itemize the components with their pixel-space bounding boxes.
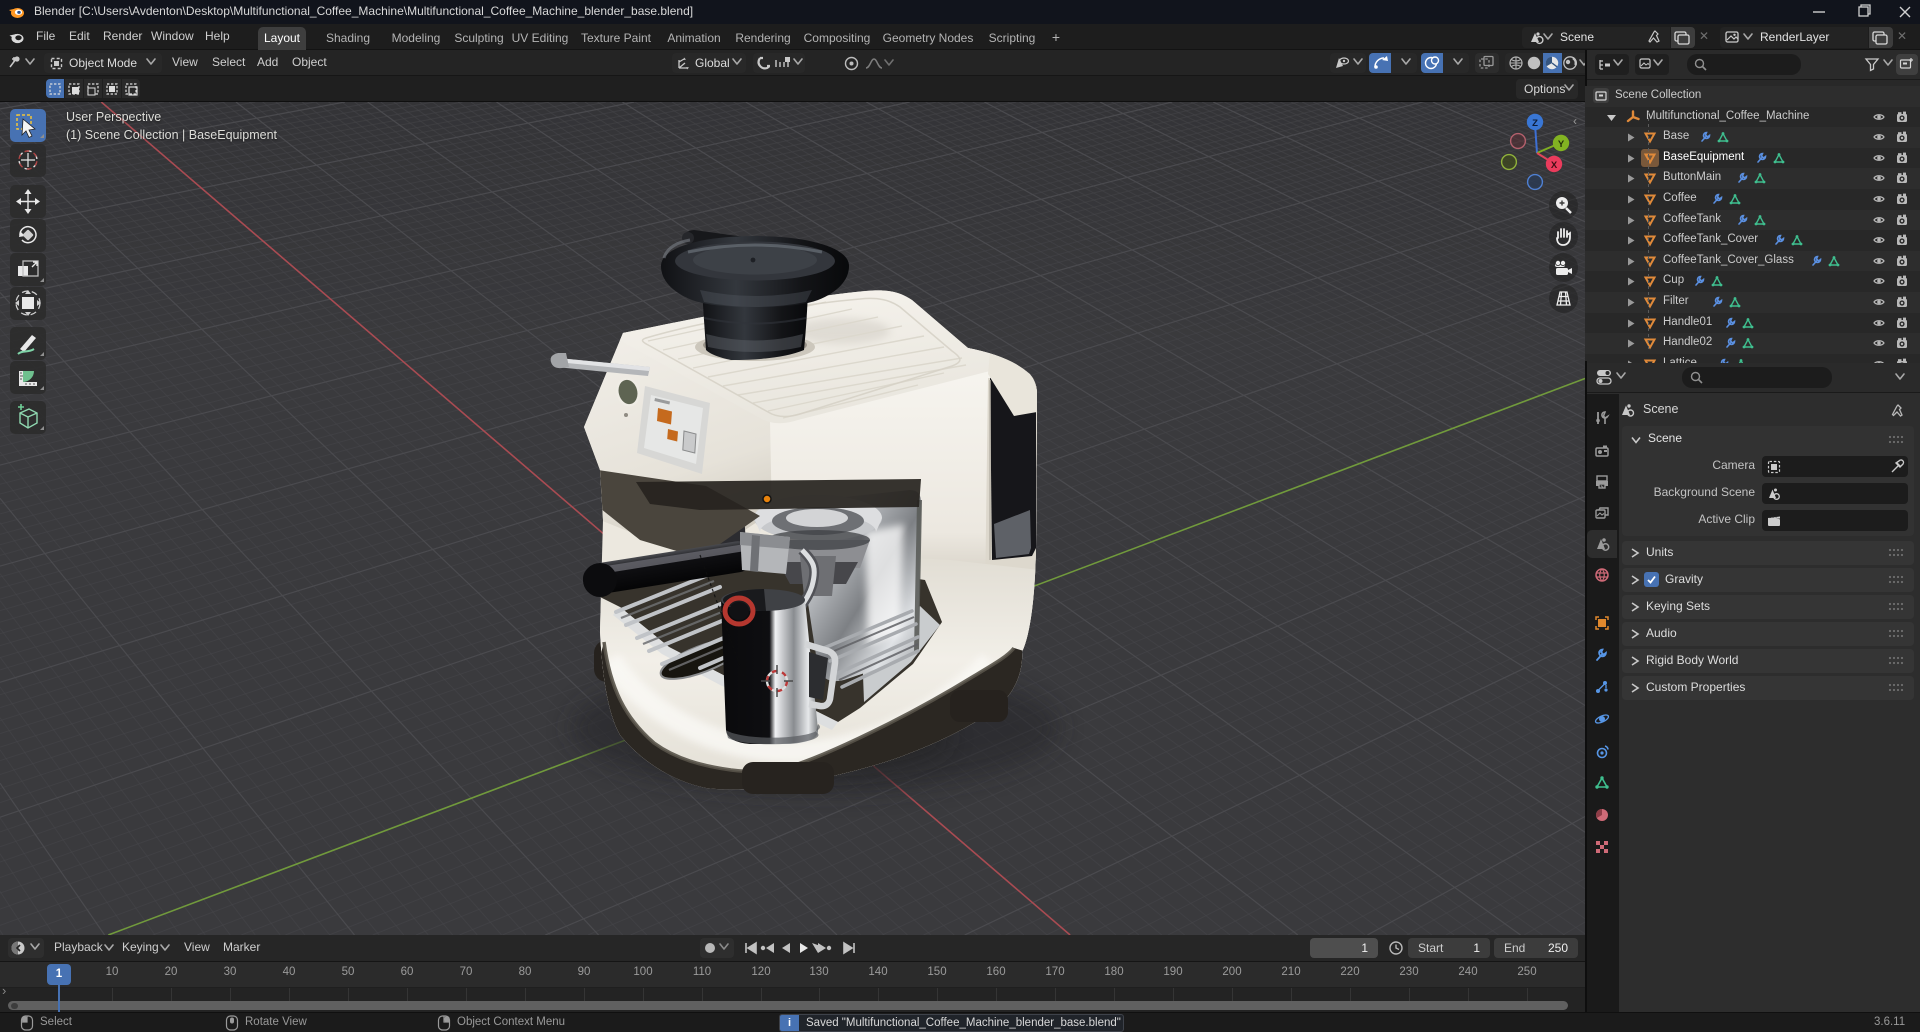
svg-text:X: X bbox=[1551, 160, 1558, 171]
svg-text:Y: Y bbox=[1558, 139, 1565, 150]
svg-text:Z: Z bbox=[1532, 118, 1538, 129]
